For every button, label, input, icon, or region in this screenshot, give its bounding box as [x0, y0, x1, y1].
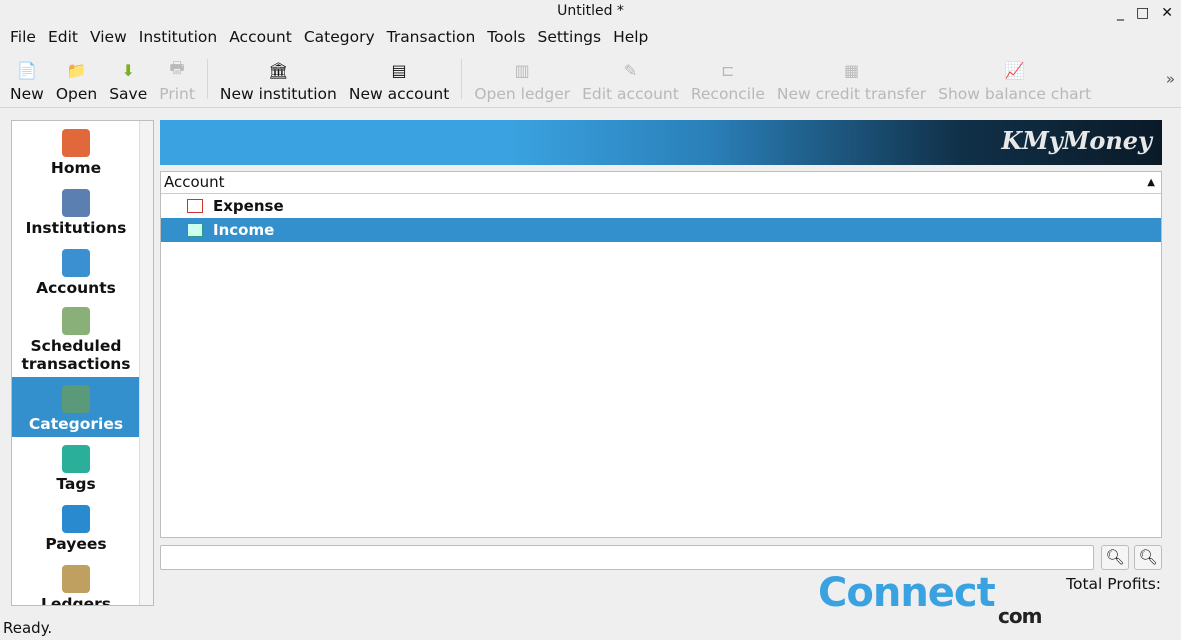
sidebar-item-scheduled-transactions[interactable]: Scheduled transactions — [12, 301, 140, 377]
close-button[interactable]: ✕ — [1161, 2, 1173, 24]
menu-transaction[interactable]: Transaction — [381, 28, 482, 46]
new-file-icon: 📄 — [16, 60, 37, 80]
accounts-icon — [62, 249, 90, 277]
toolbar-label: New account — [348, 85, 450, 103]
sidebar-item-label: Payees — [45, 535, 107, 553]
toolbar-edit-account-button[interactable]: ✎ Edit account — [576, 59, 685, 107]
toolbar-label: Reconcile — [690, 85, 765, 103]
kmymoney-logo: KMyMoney — [1001, 126, 1152, 155]
search-input[interactable] — [160, 545, 1094, 570]
sidebar-item-tags[interactable]: Tags — [12, 437, 140, 497]
toolbar-label: Show balance chart — [938, 85, 1092, 103]
menu-bar: File Edit View Institution Account Category Tr… — [0, 24, 1181, 50]
ledgers-icon — [62, 565, 90, 593]
minimize-button[interactable]: _ — [1117, 2, 1124, 24]
menu-view[interactable]: View — [84, 28, 133, 46]
scheduled-icon — [62, 307, 90, 335]
toolbar-label: Open — [55, 85, 98, 103]
toolbar-label: Edit account — [582, 85, 679, 103]
tree-row-expense[interactable]: Expense — [161, 194, 1161, 218]
menu-file[interactable]: File — [4, 28, 42, 46]
total-profits-label: Total Profits: — [1066, 575, 1161, 593]
toolbar-show-balance-chart-button[interactable]: 📈 Show balance chart — [932, 59, 1097, 107]
toolbar-new-account-button[interactable]: ▤ New account — [343, 59, 456, 107]
sidebar-item-label: Categories — [28, 415, 124, 433]
toolbar: 📄 New 📁 Open ⬇ Save 🖶 Print 🏛 New institution ▤ New… — [0, 50, 1181, 108]
toolbar-label: Save — [109, 85, 148, 103]
zoom-out-button[interactable]: 🔍︎− — [1101, 545, 1129, 570]
folder-open-icon: 📁 — [66, 60, 87, 80]
toolbar-save-button[interactable]: ⬇ Save — [103, 59, 153, 107]
toolbar-separator — [461, 59, 463, 99]
toolbar-new-institution-button[interactable]: 🏛 New institution — [214, 59, 343, 107]
sidebar-item-label: Accounts — [36, 279, 116, 297]
sidebar-item-label: Ledgers — [41, 595, 111, 606]
column-header-account[interactable]: Account ▲ — [161, 172, 1161, 194]
toolbar-new-credit-transfer-button[interactable]: ▦ New credit transfer — [771, 59, 932, 107]
edit-account-icon: ✎ — [623, 60, 638, 80]
income-category-icon — [187, 223, 203, 237]
printer-icon: 🖶 — [169, 57, 185, 77]
toolbar-label: Open ledger — [474, 85, 571, 103]
window-title: Untitled * — [557, 3, 624, 19]
toolbar-label: New — [10, 85, 44, 103]
sidebar-item-label: Scheduled transactions — [21, 337, 131, 373]
toolbar-label: New institution — [219, 85, 337, 103]
watermark-logo: Connect com — [818, 570, 1042, 628]
toolbar-label: Print — [159, 85, 195, 103]
expense-category-icon — [187, 199, 203, 213]
menu-institution[interactable]: Institution — [133, 28, 223, 46]
toolbar-open-button[interactable]: 📁 Open — [50, 59, 103, 107]
categories-tree: Account ▲ Expense Income — [160, 171, 1162, 538]
menu-edit[interactable]: Edit — [42, 28, 84, 46]
payees-icon — [62, 505, 90, 533]
categories-icon — [62, 385, 90, 413]
toolbar-separator — [206, 59, 208, 99]
sidebar-item-label: Home — [50, 159, 102, 177]
tree-row-label: Expense — [213, 197, 284, 215]
sidebar-item-label: Institutions — [25, 219, 127, 237]
reconcile-icon: ⊏ — [721, 60, 735, 80]
toolbar-reconcile-button[interactable]: ⊏ Reconcile — [685, 59, 771, 107]
sidebar-item-institutions[interactable]: Institutions — [12, 181, 140, 241]
toolbar-print-button[interactable]: 🖶 Print — [153, 57, 201, 107]
tags-icon — [62, 445, 90, 473]
sidebar-item-payees[interactable]: Payees — [12, 497, 140, 557]
sidebar-item-home[interactable]: Home — [12, 121, 140, 181]
banner: KMyMoney — [160, 120, 1162, 165]
institutions-icon — [62, 189, 90, 217]
sort-arrow-icon: ▲ — [1147, 177, 1155, 188]
toolbar-open-ledger-button[interactable]: ▥ Open ledger — [468, 59, 576, 107]
menu-settings[interactable]: Settings — [531, 28, 607, 46]
ledger-icon: ▥ — [514, 60, 530, 80]
bank-icon: 🏛 — [268, 60, 289, 80]
sidebar-item-categories[interactable]: Categories — [12, 377, 140, 437]
sidebar-item-ledgers[interactable]: Ledgers — [12, 557, 140, 606]
toolbar-label: New credit transfer — [776, 85, 927, 103]
menu-category[interactable]: Category — [298, 28, 381, 46]
tree-row-income[interactable]: Income — [161, 218, 1161, 242]
maximize-button[interactable]: □ — [1136, 2, 1149, 24]
sidebar-scrollbar[interactable] — [139, 121, 153, 605]
account-add-icon: ▤ — [391, 60, 407, 80]
sidebar-item-accounts[interactable]: Accounts — [12, 241, 140, 301]
save-arrow-icon: ⬇ — [121, 60, 135, 80]
tree-row-label: Income — [213, 221, 275, 239]
column-header-label: Account — [164, 173, 225, 191]
zoom-in-button[interactable]: 🔍︎+ — [1134, 545, 1162, 570]
toolbar-overflow-button[interactable]: » — [1166, 70, 1175, 88]
menu-tools[interactable]: Tools — [481, 28, 531, 46]
credit-transfer-icon: ▦ — [843, 60, 860, 80]
home-icon — [62, 129, 90, 157]
menu-help[interactable]: Help — [607, 28, 654, 46]
sidebar-item-label: Tags — [56, 475, 96, 493]
chart-icon: 📈 — [1004, 60, 1025, 80]
toolbar-new-button[interactable]: 📄 New — [4, 59, 50, 107]
title-bar: Untitled * _ □ ✕ — [0, 0, 1181, 24]
menu-account[interactable]: Account — [223, 28, 298, 46]
sidebar: Home Institutions Accounts Scheduled transa… — [11, 120, 154, 606]
status-bar: Ready. — [3, 619, 53, 637]
